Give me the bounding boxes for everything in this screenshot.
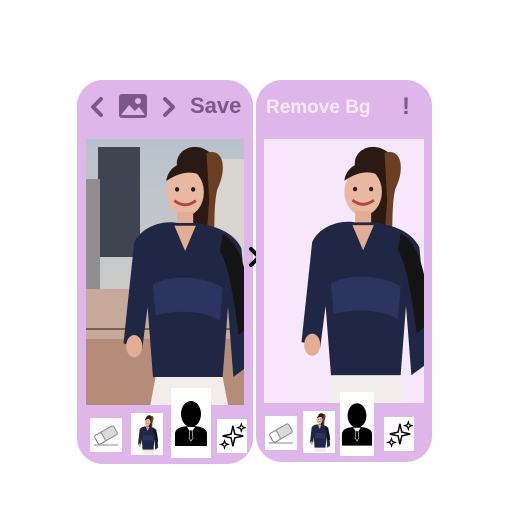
person-silhouette-icon[interactable] (340, 392, 374, 456)
eraser-icon[interactable] (90, 418, 122, 452)
chevron-right-icon[interactable] (159, 94, 179, 120)
sparkle-icon[interactable] (217, 419, 247, 453)
person-thumbnail[interactable] (303, 411, 335, 453)
left-panel: Save (77, 80, 253, 464)
right-tool-row (256, 392, 432, 458)
right-toolbar: Remove Bg ! (256, 80, 432, 138)
image-icon[interactable] (117, 92, 149, 120)
chevron-left-icon[interactable] (87, 94, 107, 120)
left-toolbar: Save (77, 80, 253, 138)
removed-background-photo (264, 139, 424, 403)
person-silhouette-icon[interactable] (171, 388, 211, 458)
right-panel: Remove Bg ! (256, 80, 432, 462)
save-button[interactable]: Save (190, 93, 241, 119)
page-title: Remove Bg (266, 97, 371, 118)
original-photo (86, 139, 244, 405)
left-tool-row (77, 388, 253, 460)
alert-button[interactable]: ! (402, 93, 410, 121)
person-thumbnail[interactable] (131, 413, 163, 455)
eraser-icon[interactable] (265, 416, 297, 450)
sparkle-icon[interactable] (384, 417, 414, 451)
